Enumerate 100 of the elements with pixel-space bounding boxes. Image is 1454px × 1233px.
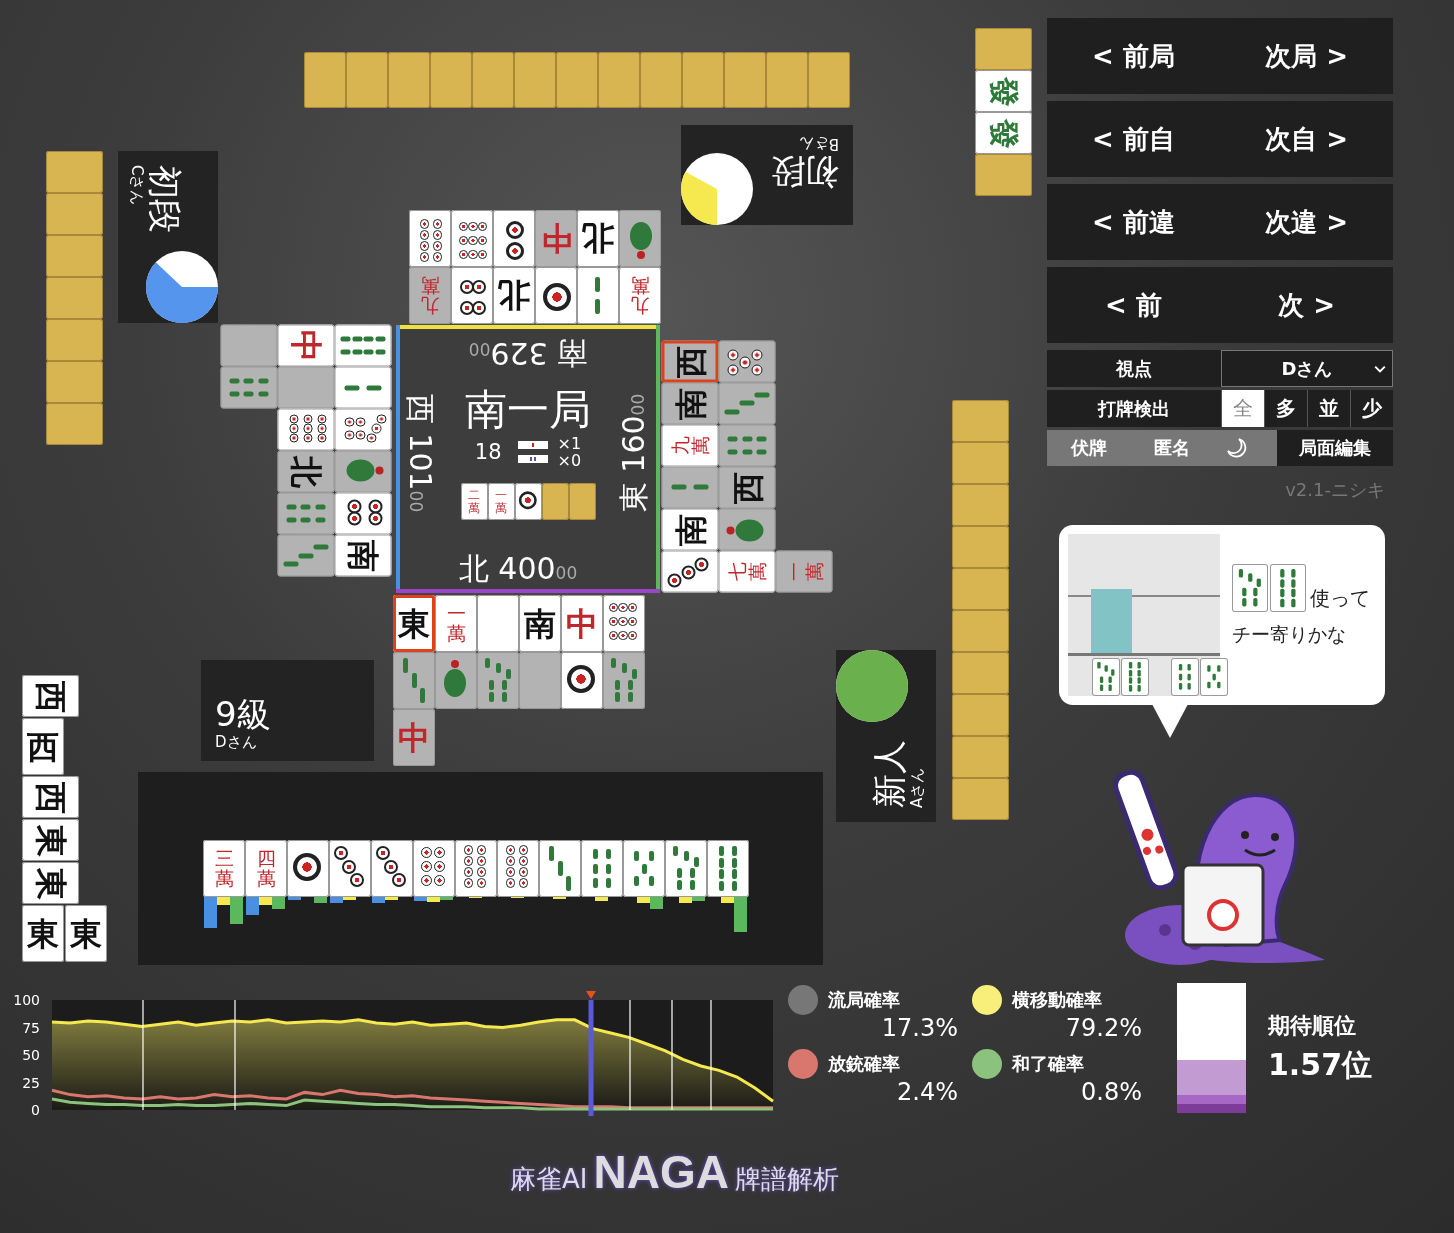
seat-score: 東 16000 (616, 392, 652, 515)
tile-back (766, 52, 808, 108)
probability-bar (1091, 589, 1132, 653)
advice-text: 使って (1310, 585, 1370, 612)
axis-tick-label: 50 (22, 1047, 40, 1063)
tile: 九萬 (661, 424, 719, 467)
axis-tick-label: 100 (13, 992, 40, 1008)
tile: 西 (22, 718, 64, 775)
tile-back (952, 526, 1009, 568)
tile-back (46, 403, 103, 445)
tile[interactable] (581, 840, 623, 897)
tile-back (952, 694, 1009, 736)
tile-back (556, 52, 598, 108)
tile[interactable] (287, 840, 329, 897)
tile-back (724, 52, 766, 108)
setting-label: 打牌検出 (1047, 390, 1221, 427)
tile: 北 (577, 210, 619, 267)
next-button[interactable]: 次 > (1220, 267, 1393, 343)
tile-back (46, 319, 103, 361)
player-rank: 9級 (215, 695, 272, 733)
tile: 中 (561, 595, 603, 652)
player-name: Bさん (797, 135, 839, 153)
logo-text: 牌譜解析 (734, 1163, 839, 1196)
tile-back (568, 483, 596, 521)
legend-label: 和了確率 (1012, 1052, 1085, 1076)
tile[interactable] (665, 840, 707, 897)
tile[interactable]: 四萬 (245, 840, 287, 897)
tile (1232, 564, 1268, 612)
tile: 東 (22, 862, 79, 904)
axis-tick-label: 75 (22, 1019, 40, 1036)
tile: 南 (519, 595, 561, 652)
seat-score: 北 40000 (457, 551, 579, 588)
tile (1200, 658, 1228, 696)
tile-back (808, 52, 850, 108)
tile-back (640, 52, 682, 108)
tile: 九萬 (619, 267, 661, 324)
stick-count: ×1 (557, 435, 582, 453)
seat-score: 西 10100 (402, 392, 438, 515)
tile: 西 (22, 675, 79, 717)
level-option[interactable]: 全 (1221, 390, 1264, 427)
tile: 二萬 (460, 483, 488, 521)
tile: 東 (393, 595, 435, 652)
probability-value: 0.8% (1080, 1077, 1142, 1107)
edit-button[interactable]: 局面編集 (1277, 430, 1393, 466)
pie-chart-drawing (836, 650, 908, 722)
pie-chart-drawing (146, 251, 218, 323)
viewpoint-select[interactable]: Dさん (1221, 350, 1393, 387)
next-button[interactable]: 次違 > (1220, 184, 1393, 260)
tile[interactable] (371, 840, 413, 897)
tile-back (952, 736, 1009, 778)
advice-text: チー寄りかな (1232, 622, 1347, 647)
tile-back (952, 484, 1009, 526)
tile[interactable] (539, 840, 581, 897)
point-stick-icon (517, 441, 548, 450)
seat-score: 南 329 00 (467, 335, 589, 371)
player-name: Dさん (215, 733, 258, 751)
toggle-button[interactable]: 伏牌 (1047, 430, 1130, 466)
legend-label: 放銃確率 (828, 1052, 901, 1076)
expected-rank-value: 1.57位 (1268, 1045, 1373, 1084)
tile[interactable]: 三萬 (203, 840, 245, 897)
tile: 北 (277, 450, 335, 493)
player-rank: 新人 (870, 739, 908, 808)
tile-back (46, 361, 103, 403)
legend-label: 横移動確率 (1012, 988, 1103, 1012)
tile[interactable] (455, 840, 497, 897)
tile: 南 (334, 534, 392, 577)
tile: 西 (661, 340, 719, 383)
tile: 中 (277, 324, 335, 367)
logo-text: 麻雀AI (510, 1163, 588, 1196)
tile-back (952, 778, 1009, 820)
tile-back (304, 52, 346, 108)
toggle-button[interactable]: 匿名 (1130, 430, 1213, 466)
tile[interactable] (329, 840, 371, 897)
next-button[interactable]: 次自 > (1220, 101, 1393, 177)
tile: 一萬 (775, 550, 833, 593)
tile: 一萬 (487, 483, 515, 521)
tile-back (975, 28, 1032, 70)
version-label: v2.1-ニシキ (1284, 478, 1386, 502)
previous-button[interactable]: < 前局 (1047, 18, 1220, 94)
tile-back (952, 610, 1009, 652)
previous-button[interactable]: < 前違 (1047, 184, 1220, 260)
tile-back (952, 400, 1009, 442)
tile-back (46, 235, 103, 277)
tile: 南 (661, 508, 719, 551)
previous-button[interactable]: < 前 (1047, 267, 1220, 343)
tile-back (682, 52, 724, 108)
probability-value: 2.4% (896, 1077, 958, 1107)
tile-back (346, 52, 388, 108)
tile: 發 (975, 70, 1032, 112)
next-button[interactable]: 次局 > (1220, 18, 1393, 94)
tile[interactable] (707, 840, 749, 897)
tile[interactable] (413, 840, 455, 897)
tile (1171, 658, 1199, 696)
tile[interactable] (623, 840, 665, 897)
tile[interactable] (497, 840, 539, 897)
previous-button[interactable]: < 前自 (1047, 101, 1220, 177)
tile: 一萬 (435, 595, 477, 652)
setting-label: 視点 (1047, 350, 1221, 387)
tile-back (46, 193, 103, 235)
tile-back (388, 52, 430, 108)
